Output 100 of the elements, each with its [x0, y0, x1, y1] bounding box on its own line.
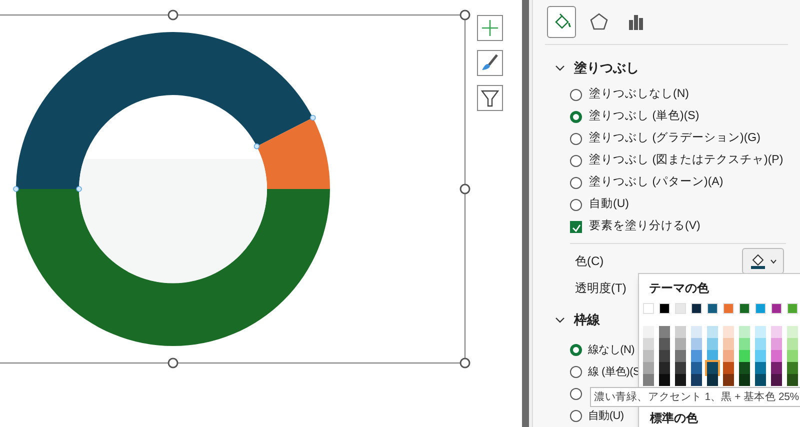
color-swatch[interactable] — [707, 338, 718, 350]
color-swatch[interactable] — [771, 338, 782, 350]
color-swatch[interactable] — [659, 338, 670, 350]
color-swatch[interactable] — [723, 374, 734, 386]
color-swatch[interactable] — [755, 350, 766, 362]
color-swatch[interactable] — [787, 374, 798, 386]
option-label: 塗りつぶし (単色)(S) — [589, 108, 700, 124]
color-swatch[interactable] — [787, 362, 798, 374]
color-swatch[interactable] — [739, 362, 750, 374]
option-label: 塗りつぶし (図またはテクスチャ)(P) — [589, 152, 784, 168]
color-swatch[interactable] — [723, 303, 734, 314]
color-swatch[interactable] — [643, 338, 654, 350]
color-swatch[interactable] — [787, 303, 798, 314]
option-label: 自動(U) — [589, 196, 629, 212]
resize-handle[interactable] — [168, 358, 178, 368]
color-swatch[interactable] — [787, 350, 798, 362]
color-swatch[interactable] — [659, 303, 670, 314]
color-swatch[interactable] — [787, 326, 798, 338]
option-label: 要素を塗り分ける(V) — [589, 218, 700, 234]
color-swatch[interactable] — [723, 338, 734, 350]
color-swatch[interactable] — [675, 374, 686, 386]
resize-handle[interactable] — [460, 358, 470, 368]
radio-button[interactable] — [570, 388, 582, 400]
tooltip: 濃い青緑、アクセント 1、黒 + 基本色 25% — [590, 387, 800, 407]
color-swatch[interactable] — [771, 374, 782, 386]
color-swatch[interactable] — [659, 326, 670, 338]
color-swatch[interactable] — [739, 303, 750, 314]
radio-button[interactable] — [570, 410, 582, 422]
color-swatch[interactable] — [707, 374, 718, 386]
color-swatch[interactable] — [771, 362, 782, 374]
color-swatch[interactable] — [739, 326, 750, 338]
color-swatch[interactable] — [643, 374, 654, 386]
paint-bucket-icon — [750, 253, 766, 269]
color-swatch[interactable] — [755, 338, 766, 350]
radio-button[interactable] — [570, 344, 582, 356]
radio-button[interactable] — [570, 89, 582, 101]
chart-filters-button[interactable] — [477, 85, 503, 111]
radio-button[interactable] — [570, 199, 582, 211]
filter-icon — [481, 89, 499, 107]
fill-color-button[interactable] — [742, 248, 784, 274]
checkbox[interactable] — [570, 221, 582, 233]
color-swatch[interactable] — [771, 350, 782, 362]
color-swatch[interactable] — [739, 374, 750, 386]
color-swatch[interactable] — [755, 374, 766, 386]
color-swatch[interactable] — [739, 338, 750, 350]
section-title[interactable]: 枠線 — [574, 310, 600, 330]
color-swatch[interactable] — [691, 374, 702, 386]
chevron-icon[interactable] — [555, 63, 565, 73]
scrollbar[interactable] — [522, 0, 529, 427]
color-swatch[interactable] — [643, 303, 654, 314]
color-swatch[interactable] — [691, 350, 702, 362]
radio-button[interactable] — [570, 155, 582, 167]
color-swatch[interactable] — [691, 326, 702, 338]
color-swatch[interactable] — [723, 350, 734, 362]
transparency-label: 透明度(T) — [575, 280, 626, 297]
color-swatch[interactable] — [771, 303, 782, 314]
option-label: 自動(U) — [588, 408, 624, 424]
chart-styles-button[interactable] — [477, 50, 503, 76]
color-swatch[interactable] — [707, 326, 718, 338]
color-swatch[interactable] — [723, 362, 734, 374]
color-swatch[interactable] — [643, 362, 654, 374]
resize-handle[interactable] — [168, 10, 178, 20]
color-swatch[interactable] — [643, 326, 654, 338]
color-swatch[interactable] — [691, 303, 702, 314]
color-swatch[interactable] — [755, 326, 766, 338]
radio-button[interactable] — [570, 133, 582, 145]
radio-button[interactable] — [570, 366, 582, 378]
format-tab[interactable] — [547, 6, 576, 38]
picker-heading: テーマの色 — [648, 280, 710, 297]
section-title[interactable]: 塗りつぶし — [574, 58, 639, 78]
radio-button[interactable] — [570, 111, 582, 123]
color-swatch[interactable] — [675, 362, 686, 374]
chart-elements-button[interactable] — [477, 15, 503, 41]
color-swatch[interactable] — [739, 350, 750, 362]
picker-heading: 標準の色 — [648, 410, 699, 427]
color-swatch[interactable] — [755, 303, 766, 314]
color-swatch[interactable] — [675, 303, 686, 314]
chevron-icon[interactable] — [555, 315, 565, 325]
resize-handle[interactable] — [460, 184, 470, 194]
color-swatch[interactable] — [675, 326, 686, 338]
option-label: 塗りつぶしなし(N) — [589, 86, 689, 102]
color-swatch[interactable] — [707, 362, 718, 374]
color-swatch[interactable] — [643, 350, 654, 362]
caret-icon — [770, 258, 776, 264]
color-swatch[interactable] — [787, 338, 798, 350]
color-swatch[interactable] — [659, 350, 670, 362]
color-swatch[interactable] — [691, 362, 702, 374]
color-swatch[interactable] — [659, 362, 670, 374]
color-swatch[interactable] — [675, 338, 686, 350]
color-swatch[interactable] — [723, 326, 734, 338]
color-swatch[interactable] — [707, 303, 718, 314]
color-swatch[interactable] — [771, 326, 782, 338]
color-swatch[interactable] — [659, 374, 670, 386]
color-swatch[interactable] — [691, 338, 702, 350]
resize-handle[interactable] — [460, 10, 470, 20]
color-swatch[interactable] — [675, 350, 686, 362]
option-label: 塗りつぶし (グラデーション)(G) — [589, 130, 760, 146]
color-swatch[interactable] — [755, 362, 766, 374]
option-label: 塗りつぶし (パターン)(A) — [589, 174, 724, 190]
radio-button[interactable] — [570, 177, 582, 189]
